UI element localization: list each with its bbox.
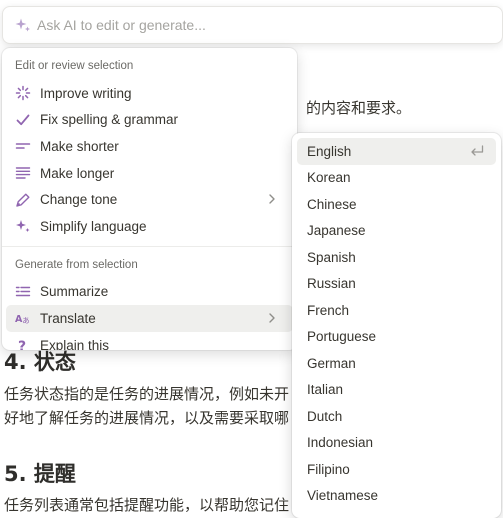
menu-item-simplify-language[interactable]: Simplify language: [6, 213, 293, 240]
chevron-right-icon: [269, 194, 275, 205]
sparkle-burst-icon: [15, 85, 31, 101]
long-lines-icon: [15, 165, 31, 181]
doc-heading-reminder: 5. 提醒: [4, 462, 76, 486]
menu-item-fix-spelling[interactable]: Fix spelling & grammar: [6, 107, 293, 134]
language-option-spanish[interactable]: Spanish: [297, 244, 496, 271]
language-option-french[interactable]: French: [297, 297, 496, 324]
section-edit-review: Edit or review selection: [15, 60, 134, 72]
menu-divider: [2, 245, 297, 247]
language-label: Filipino: [307, 461, 350, 477]
doc-heading-status: 4. 状态: [4, 350, 76, 374]
language-option-indonesian[interactable]: Indonesian: [297, 430, 496, 457]
language-label: French: [307, 302, 350, 318]
ai-command-menu: Edit or review selection Improve writing…: [2, 48, 297, 350]
language-option-german[interactable]: German: [297, 350, 496, 377]
menu-item-make-shorter[interactable]: Make shorter: [6, 133, 293, 160]
language-label: Indonesian: [307, 435, 374, 451]
svg-text:?: ?: [18, 339, 26, 350]
language-option-korean[interactable]: Korean: [297, 165, 496, 192]
language-option-filipino[interactable]: Filipino: [297, 456, 496, 483]
translate-icon: A あ: [15, 310, 31, 326]
menu-item-improve-writing[interactable]: Improve writing: [6, 80, 293, 107]
language-label: Italian: [307, 382, 344, 398]
menu-item-label: Make longer: [40, 165, 115, 181]
translate-language-submenu: English Korean Chinese Japanese Spanish …: [292, 133, 501, 518]
language-label: Dutch: [307, 408, 343, 424]
language-option-russian[interactable]: Russian: [297, 271, 496, 298]
doc-paragraph-line: 好地了解任务的进展情况，以及需要采取哪: [4, 409, 290, 427]
ai-prompt-bar: [2, 6, 503, 44]
language-label: German: [307, 355, 356, 371]
language-label: Spanish: [307, 249, 356, 265]
language-option-english[interactable]: English: [297, 138, 496, 165]
language-label: Korean: [307, 170, 351, 186]
pen-nib-icon: [15, 192, 31, 208]
menu-item-translate[interactable]: A あ Translate: [6, 305, 293, 332]
language-label: English: [307, 143, 352, 159]
section-generate: Generate from selection: [15, 258, 138, 271]
language-option-portuguese[interactable]: Portuguese: [297, 324, 496, 351]
doc-paragraph-line: 任务状态指的是任务的进展情况，例如未开: [4, 385, 290, 403]
doc-paragraph-line: 任务列表通常包括提醒功能，以帮助您记住: [4, 496, 290, 514]
menu-item-change-tone[interactable]: Change tone: [6, 186, 293, 213]
menu-item-label: Make shorter: [40, 138, 119, 154]
menu-item-label: Improve writing: [40, 85, 132, 101]
language-option-vietnamese[interactable]: Vietnamese: [297, 483, 496, 510]
menu-item-label: Translate: [40, 310, 96, 326]
summary-lines-icon: [15, 284, 31, 300]
menu-item-label: Change tone: [40, 192, 118, 208]
enter-key-icon: [471, 145, 484, 156]
language-option-italian[interactable]: Italian: [297, 377, 496, 404]
language-label: Japanese: [307, 223, 366, 239]
menu-item-label: Summarize: [40, 284, 109, 300]
language-label: Vietnamese: [307, 488, 379, 504]
language-option-chinese[interactable]: Chinese: [297, 191, 496, 218]
menu-item-label: Simplify language: [40, 218, 147, 234]
ai-sparkle-icon: [15, 18, 30, 32]
language-option-dutch[interactable]: Dutch: [297, 403, 496, 430]
menu-item-explain-this[interactable]: ? Explain this: [6, 332, 293, 350]
checkmark-icon: [15, 112, 31, 128]
language-option-japanese[interactable]: Japanese: [297, 218, 496, 245]
chevron-right-icon: [269, 313, 275, 323]
language-label: Russian: [307, 276, 356, 292]
ai-prompt-input[interactable]: [37, 17, 502, 33]
short-lines-icon: [15, 138, 31, 154]
menu-item-summarize[interactable]: Summarize: [6, 279, 293, 306]
menu-item-make-longer[interactable]: Make longer: [6, 160, 293, 187]
sparkle-icon: [15, 218, 31, 234]
menu-item-label: Explain this: [40, 337, 110, 350]
language-label: Portuguese: [307, 329, 377, 345]
svg-text:あ: あ: [22, 316, 30, 325]
question-icon: ?: [15, 337, 31, 350]
doc-text-fragment: 的内容和要求。: [306, 99, 412, 117]
menu-item-label: Fix spelling & grammar: [40, 112, 179, 128]
language-label: Chinese: [307, 196, 357, 212]
